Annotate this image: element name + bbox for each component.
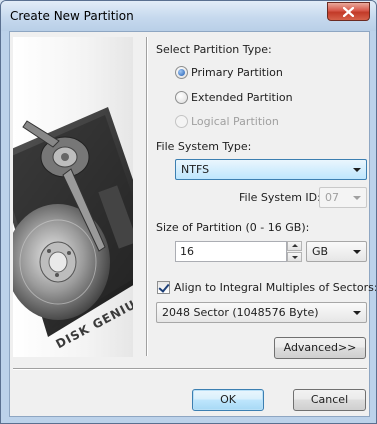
disk-genius-banner: DISK GENIUS — [13, 37, 133, 357]
chevron-down-icon — [353, 311, 361, 315]
cancel-button[interactable]: Cancel — [293, 389, 366, 411]
dialog-client-area: DISK GENIUS Select Partition Type: Prima… — [9, 31, 376, 417]
extended-partition-label[interactable]: Extended Partition — [191, 91, 293, 104]
radio-primary-partition[interactable] — [175, 66, 188, 79]
close-button[interactable] — [327, 2, 370, 21]
chevron-down-icon — [353, 168, 361, 172]
file-system-type-value: NTFS — [181, 163, 210, 176]
horizontal-divider — [13, 368, 367, 370]
primary-partition-label[interactable]: Primary Partition — [191, 66, 283, 79]
close-icon — [343, 6, 354, 17]
chevron-down-icon — [353, 250, 361, 254]
title-bar[interactable]: Create New Partition — [1, 1, 376, 31]
sector-alignment-value: 2048 Sector (1048576 Byte) — [162, 306, 319, 319]
window-title: Create New Partition — [10, 9, 134, 23]
file-system-type-select[interactable]: NTFS — [175, 159, 367, 180]
spin-up-button[interactable] — [287, 241, 302, 251]
file-system-id-value: 07 — [325, 191, 339, 204]
sector-alignment-select[interactable]: 2048 Sector (1048576 Byte) — [156, 302, 367, 323]
partition-size-label: Size of Partition (0 - 16 GB): — [156, 221, 310, 234]
radio-extended-partition[interactable] — [175, 91, 188, 104]
advanced-button[interactable]: Advanced>> — [274, 337, 366, 359]
partition-size-field[interactable] — [180, 245, 270, 258]
file-system-id-label: File System ID: — [239, 191, 321, 204]
partition-type-label: Select Partition Type: — [156, 43, 272, 56]
file-system-id-select: 07 — [319, 187, 367, 208]
vertical-divider — [146, 37, 148, 356]
spin-down-button[interactable] — [287, 252, 302, 262]
dialog-window: Create New Partition DISK GENIUS Select … — [0, 0, 377, 424]
ok-button[interactable]: OK — [192, 389, 264, 411]
align-sectors-checkbox[interactable] — [157, 281, 170, 294]
chevron-down-icon — [353, 196, 361, 200]
logical-partition-label: Logical Partition — [191, 115, 279, 128]
file-system-type-label: File System Type: — [156, 140, 252, 153]
align-sectors-label[interactable]: Align to Integral Multiples of Sectors: — [174, 281, 376, 294]
radio-logical-partition — [175, 115, 188, 128]
size-unit-select[interactable]: GB — [306, 241, 367, 262]
partition-size-input[interactable] — [175, 241, 287, 262]
partition-size-spinner[interactable] — [287, 241, 302, 262]
size-unit-value: GB — [312, 245, 329, 258]
